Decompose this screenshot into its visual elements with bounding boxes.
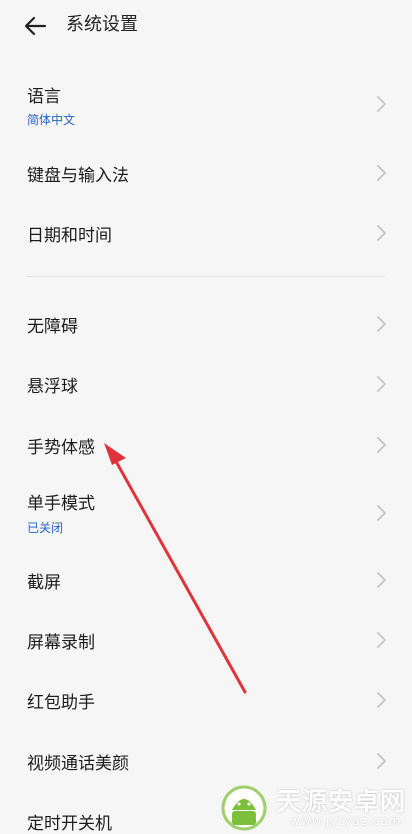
watermark-url: www.jytyaz.com: [290, 814, 402, 828]
item-label: 键盘与输入法: [27, 166, 129, 186]
chevron-right-icon: [377, 96, 386, 112]
chevron-right-icon: [377, 225, 386, 241]
item-label: 手势体感: [27, 438, 95, 458]
watermark-name: 天源安卓网: [276, 787, 407, 816]
back-button[interactable]: [22, 13, 48, 39]
item-label: 视频通话美颜: [27, 754, 129, 774]
item-label: 悬浮球: [27, 377, 78, 397]
settings-item-accessibility[interactable]: 无障碍: [0, 303, 412, 347]
chevron-right-icon: [377, 165, 386, 181]
watermark: 天源安卓网 www.jytyaz.com: [214, 780, 412, 834]
page-title: 系统设置: [66, 14, 138, 35]
arrow-left-icon: [24, 16, 47, 36]
chevron-right-icon: [377, 692, 386, 708]
chevron-right-icon: [377, 376, 386, 392]
settings-item-floating-ball[interactable]: 悬浮球: [0, 363, 412, 407]
chevron-right-icon: [377, 632, 386, 648]
chevron-right-icon: [377, 437, 386, 453]
item-label: 语言: [27, 87, 61, 107]
chevron-right-icon: [377, 316, 386, 332]
section-divider: [27, 276, 385, 277]
item-label: 红包助手: [27, 693, 95, 713]
android-logo-icon: [221, 785, 267, 831]
settings-item-keyboard[interactable]: 键盘与输入法: [0, 152, 412, 196]
settings-item-video-beauty[interactable]: 视频通话美颜: [0, 740, 412, 784]
item-label: 屏幕录制: [27, 633, 95, 653]
settings-item-gestures[interactable]: 手势体感: [0, 424, 412, 468]
item-value: 简体中文: [27, 113, 76, 127]
item-value: 已关闭: [27, 521, 64, 535]
item-label: 日期和时间: [27, 226, 112, 246]
settings-item-red-packet[interactable]: 红包助手: [0, 679, 412, 723]
item-label: 单手模式: [27, 494, 95, 514]
settings-item-screenshot[interactable]: 截屏: [0, 559, 412, 603]
item-label: 无障碍: [27, 317, 78, 337]
item-label: 定时开关机: [27, 814, 112, 834]
settings-item-one-hand-mode[interactable]: 单手模式 已关闭: [0, 484, 412, 542]
settings-item-language[interactable]: 语言 简体中文: [0, 78, 412, 136]
settings-item-screen-recording[interactable]: 屏幕录制: [0, 619, 412, 663]
chevron-right-icon: [377, 753, 386, 769]
item-label: 截屏: [27, 573, 61, 593]
settings-item-date-time[interactable]: 日期和时间: [0, 212, 412, 256]
app-header: 系统设置: [0, 0, 412, 52]
chevron-right-icon: [377, 572, 386, 588]
chevron-right-icon: [377, 505, 386, 521]
